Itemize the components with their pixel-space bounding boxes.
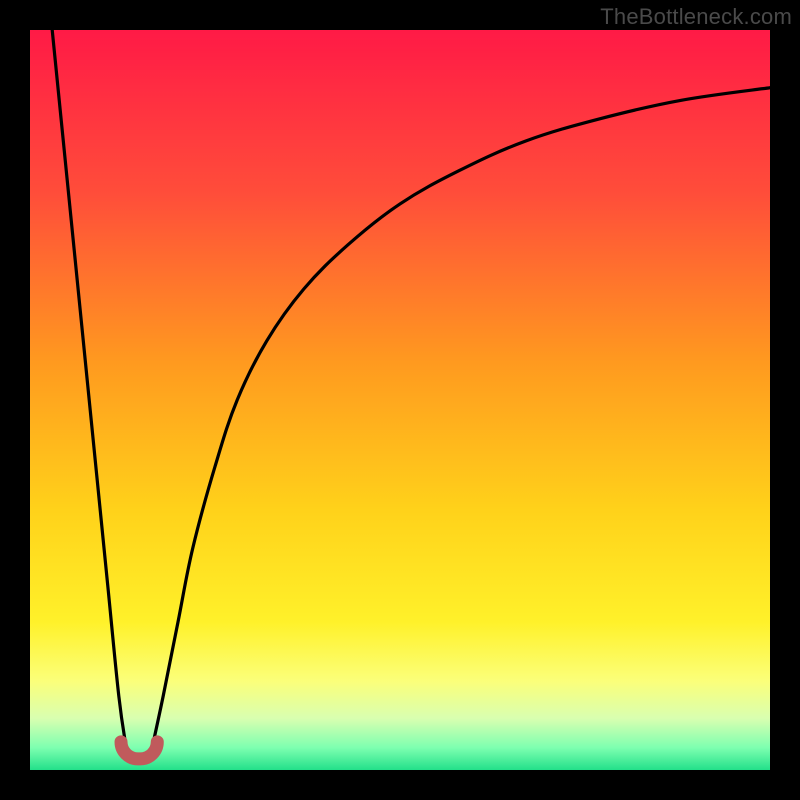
plot-area [30, 30, 770, 770]
watermark-text: TheBottleneck.com [600, 4, 792, 30]
gradient-background [30, 30, 770, 770]
outer-frame: TheBottleneck.com [0, 0, 800, 800]
chart-svg [30, 30, 770, 770]
